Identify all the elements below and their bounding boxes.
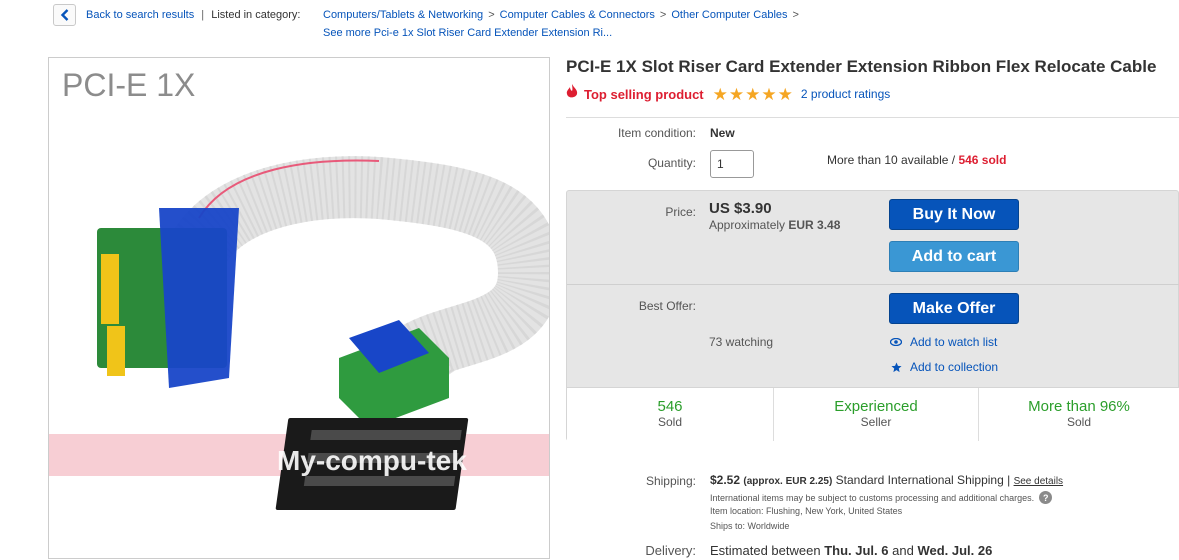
breadcrumb-separator: > [659, 9, 667, 21]
customs-note-text: International items may be subject to cu… [710, 492, 1035, 503]
shipping-method: Standard International Shipping | [835, 473, 1011, 487]
stat-seller: Experienced Seller [774, 388, 979, 441]
product-title: PCI-E 1X Slot Riser Card Extender Extens… [566, 57, 1157, 76]
back-button[interactable] [53, 4, 76, 26]
shipping-approx: (approx. EUR 2.25) [743, 476, 833, 487]
image-caption: PCI-E 1X [62, 67, 195, 103]
watching-count: 73 watching [709, 335, 774, 349]
item-location-value: Flushing, New York, United States [766, 506, 903, 516]
star-icon [889, 361, 903, 373]
item-location-label: Item location: [710, 506, 764, 516]
category-link-other-cables[interactable]: Other Computer Cables [671, 9, 787, 21]
condition-label: Item condition: [617, 126, 696, 140]
breadcrumb-separator: > [488, 9, 495, 21]
divider [566, 117, 1179, 118]
category-link-cables[interactable]: Computer Cables & Connectors [500, 9, 655, 21]
see-more-link[interactable]: See more Pci-e 1x Slot Riser Card Extend… [323, 27, 612, 39]
chevron-left-icon [60, 9, 70, 21]
ships-to-label: Ships to: [710, 521, 746, 531]
stat-label: Sold [657, 415, 683, 429]
delivery-end: Wed. Jul. 26 [917, 543, 993, 558]
product-image[interactable]: PCI-E 1X My-compu-tek [48, 57, 550, 559]
ratings-link[interactable]: 2 product ratings [801, 87, 890, 101]
add-to-cart-button[interactable]: Add to cart [889, 241, 1019, 272]
available-count: More than 10 available / [827, 153, 956, 167]
ships-to: Ships to: Worldwide [710, 521, 789, 531]
help-icon[interactable]: ? [1039, 491, 1053, 504]
watch-list-label: Add to watch list [910, 335, 998, 349]
customs-note: International items may be subject to cu… [710, 491, 1053, 504]
collection-label: Add to collection [910, 360, 999, 374]
see-details-link[interactable]: See details [1014, 476, 1063, 487]
category-breadcrumb: Computers/Tablets & Networking > Computer … [323, 9, 804, 21]
delivery-start: Thu. Jul. 6 [824, 543, 889, 558]
stat-value: 546 [657, 398, 683, 415]
see-more-row: See more Pci-e 1x Slot Riser Card Extend… [323, 27, 612, 39]
stat-label: Seller [860, 415, 892, 429]
shipping-label: Shipping: [645, 474, 696, 488]
delivery-and: and [892, 543, 914, 558]
delivery-estimate: Estimated between Thu. Jul. 6 and Wed. J… [710, 543, 992, 558]
delivery-prefix: Estimated between [710, 543, 821, 558]
availability-text: More than 10 available / 546 sold [827, 153, 1006, 167]
quantity-label: Quantity: [647, 156, 696, 170]
best-offer-label: Best Offer: [638, 299, 696, 313]
category-link-computers[interactable]: Computers/Tablets & Networking [323, 9, 483, 21]
stat-percent-sold: More than 96% Sold [979, 388, 1179, 441]
ships-to-value: Worldwide [747, 521, 790, 531]
shipping-info: $2.52 (approx. EUR 2.25) Standard Intern… [710, 473, 1063, 487]
price-value: US $3.90 [709, 200, 772, 217]
delivery-label: Delivery: [645, 543, 696, 558]
top-selling-label: Top selling product [584, 86, 704, 102]
buy-it-now-button[interactable]: Buy It Now [889, 199, 1019, 230]
sold-count-link[interactable]: 546 sold [958, 153, 1006, 167]
stat-value: Experienced [834, 398, 918, 415]
seller-stats: 546 Sold Experienced Seller More than 96… [567, 387, 1179, 441]
rating-stars[interactable]: ★ ★ ★ ★ ★ [713, 86, 794, 103]
star-icon: ★ [712, 84, 728, 104]
approx-value: EUR 3.48 [788, 218, 841, 232]
breadcrumb-separator: > [792, 9, 799, 21]
breadcrumb: Back to search results | Listed in categ… [86, 9, 300, 21]
add-to-watch-list-link[interactable]: Add to watch list [889, 335, 997, 349]
make-offer-button[interactable]: Make Offer [889, 293, 1019, 324]
price-label: Price: [665, 205, 696, 219]
stat-sold: 546 Sold [567, 388, 774, 441]
item-location: Item location: Flushing, New York, Unite… [710, 506, 902, 516]
image-watermark: My-compu-tek [277, 445, 467, 476]
top-selling-row: Top selling product ★ ★ ★ ★ ★ 2 product rati… [566, 84, 890, 104]
listed-in-label: Listed in category: [211, 9, 301, 21]
star-icon: ★ [777, 84, 793, 104]
fire-icon [566, 84, 578, 104]
add-to-collection-link[interactable]: Add to collection [889, 360, 998, 374]
star-icon: ★ [728, 84, 745, 104]
quantity-input[interactable] [710, 150, 754, 178]
back-to-search-link[interactable]: Back to search results [86, 9, 194, 21]
star-icon: ★ [761, 84, 777, 104]
star-icon: ★ [745, 84, 761, 104]
shipping-cost: $2.52 [710, 473, 741, 487]
stat-label: Sold [1066, 415, 1092, 429]
condition-value: New [710, 126, 735, 140]
price-approx: Approximately EUR 3.48 [709, 218, 840, 232]
buybox-divider [567, 284, 1179, 285]
stat-value: More than 96% [1028, 398, 1130, 415]
eye-icon [889, 338, 903, 346]
approx-label: Approximately [709, 218, 786, 232]
separator: | [201, 9, 205, 21]
